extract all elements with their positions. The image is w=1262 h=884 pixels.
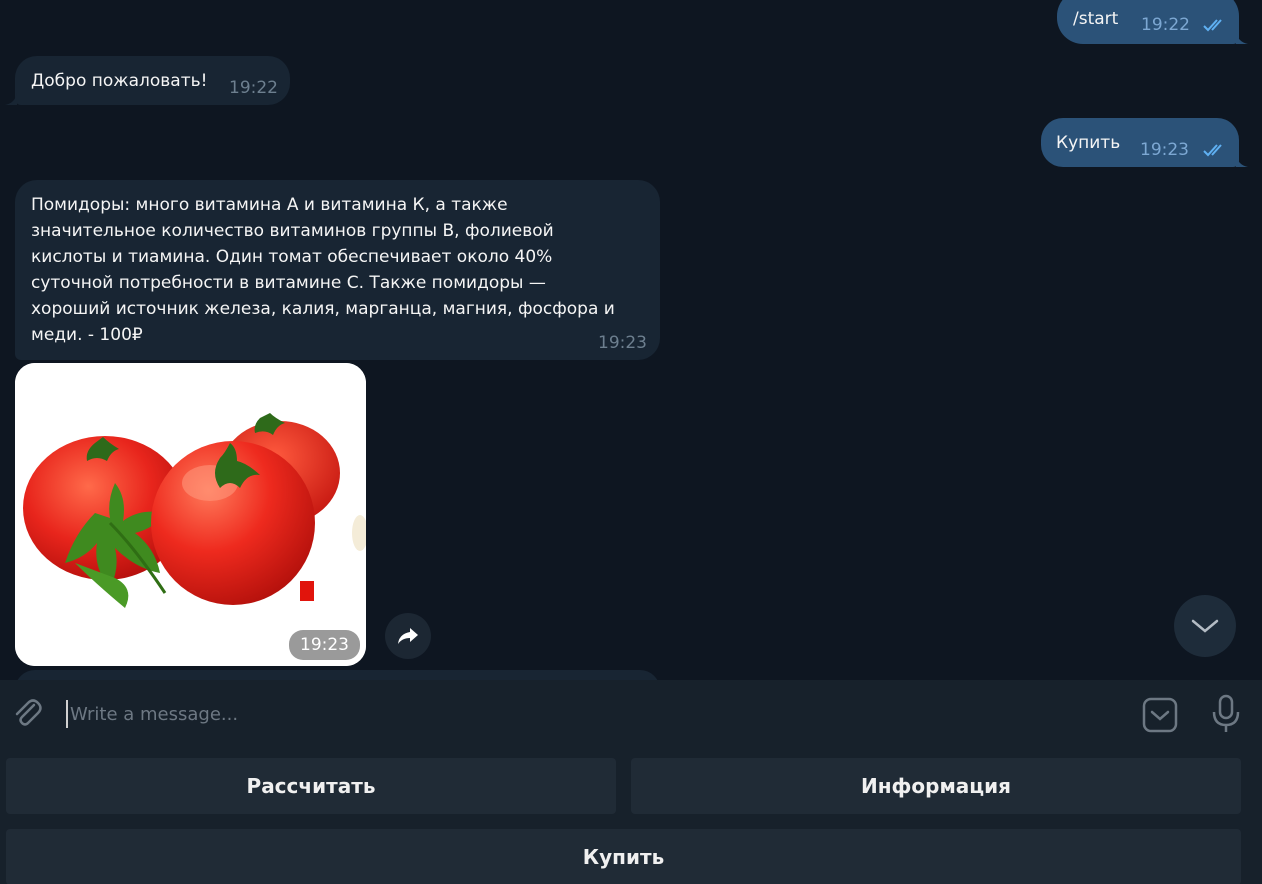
- message-text: Добро пожаловать!: [31, 71, 208, 91]
- bubble-tail: [1236, 32, 1248, 44]
- outgoing-message-buy[interactable]: Купить 19:23: [1041, 118, 1239, 167]
- message-text: Купить: [1056, 133, 1121, 153]
- photo-time: 19:23: [289, 630, 360, 660]
- double-check-icon: [1203, 144, 1222, 157]
- double-check-icon: [1203, 19, 1222, 32]
- message-composer: [0, 680, 1262, 747]
- chat-history: /start 19:22 Добро пожаловать! 19:22 Куп…: [0, 0, 1262, 680]
- buy-button[interactable]: Купить: [6, 829, 1241, 884]
- outgoing-message-start[interactable]: /start 19:22: [1057, 0, 1239, 44]
- message-input[interactable]: [66, 700, 1116, 728]
- incoming-message-description[interactable]: Помидоры: много витамина А и витамина К,…: [15, 180, 660, 360]
- bubble-tail: [5, 93, 17, 105]
- incoming-message-welcome[interactable]: Добро пожаловать! 19:22: [15, 56, 290, 105]
- message-text: Помидоры: много витамина А и витамина К,…: [31, 195, 615, 345]
- information-button[interactable]: Информация: [631, 758, 1241, 814]
- scroll-down-button[interactable]: [1174, 595, 1236, 657]
- message-text: /start: [1073, 9, 1119, 29]
- next-message-peek: [15, 670, 660, 680]
- message-time: 19:22: [1141, 15, 1190, 35]
- calculate-button[interactable]: Рассчитать: [6, 758, 616, 814]
- message-time: 19:23: [1140, 140, 1189, 160]
- message-time: 19:22: [229, 78, 278, 98]
- share-arrow-icon: [398, 628, 418, 644]
- microphone-icon[interactable]: [1209, 694, 1243, 734]
- bubble-tail: [1236, 155, 1248, 167]
- message-time: 19:23: [598, 333, 647, 353]
- sticker-icon[interactable]: [1142, 697, 1178, 733]
- paperclip-icon[interactable]: [10, 696, 44, 730]
- tomatoes-photo[interactable]: 19:23: [15, 363, 366, 666]
- bot-reply-keyboard: Рассчитать Информация Купить: [0, 747, 1262, 884]
- chevron-down-icon: [1191, 619, 1219, 633]
- tomatoes-image: [15, 363, 366, 666]
- forward-button[interactable]: [385, 613, 431, 659]
